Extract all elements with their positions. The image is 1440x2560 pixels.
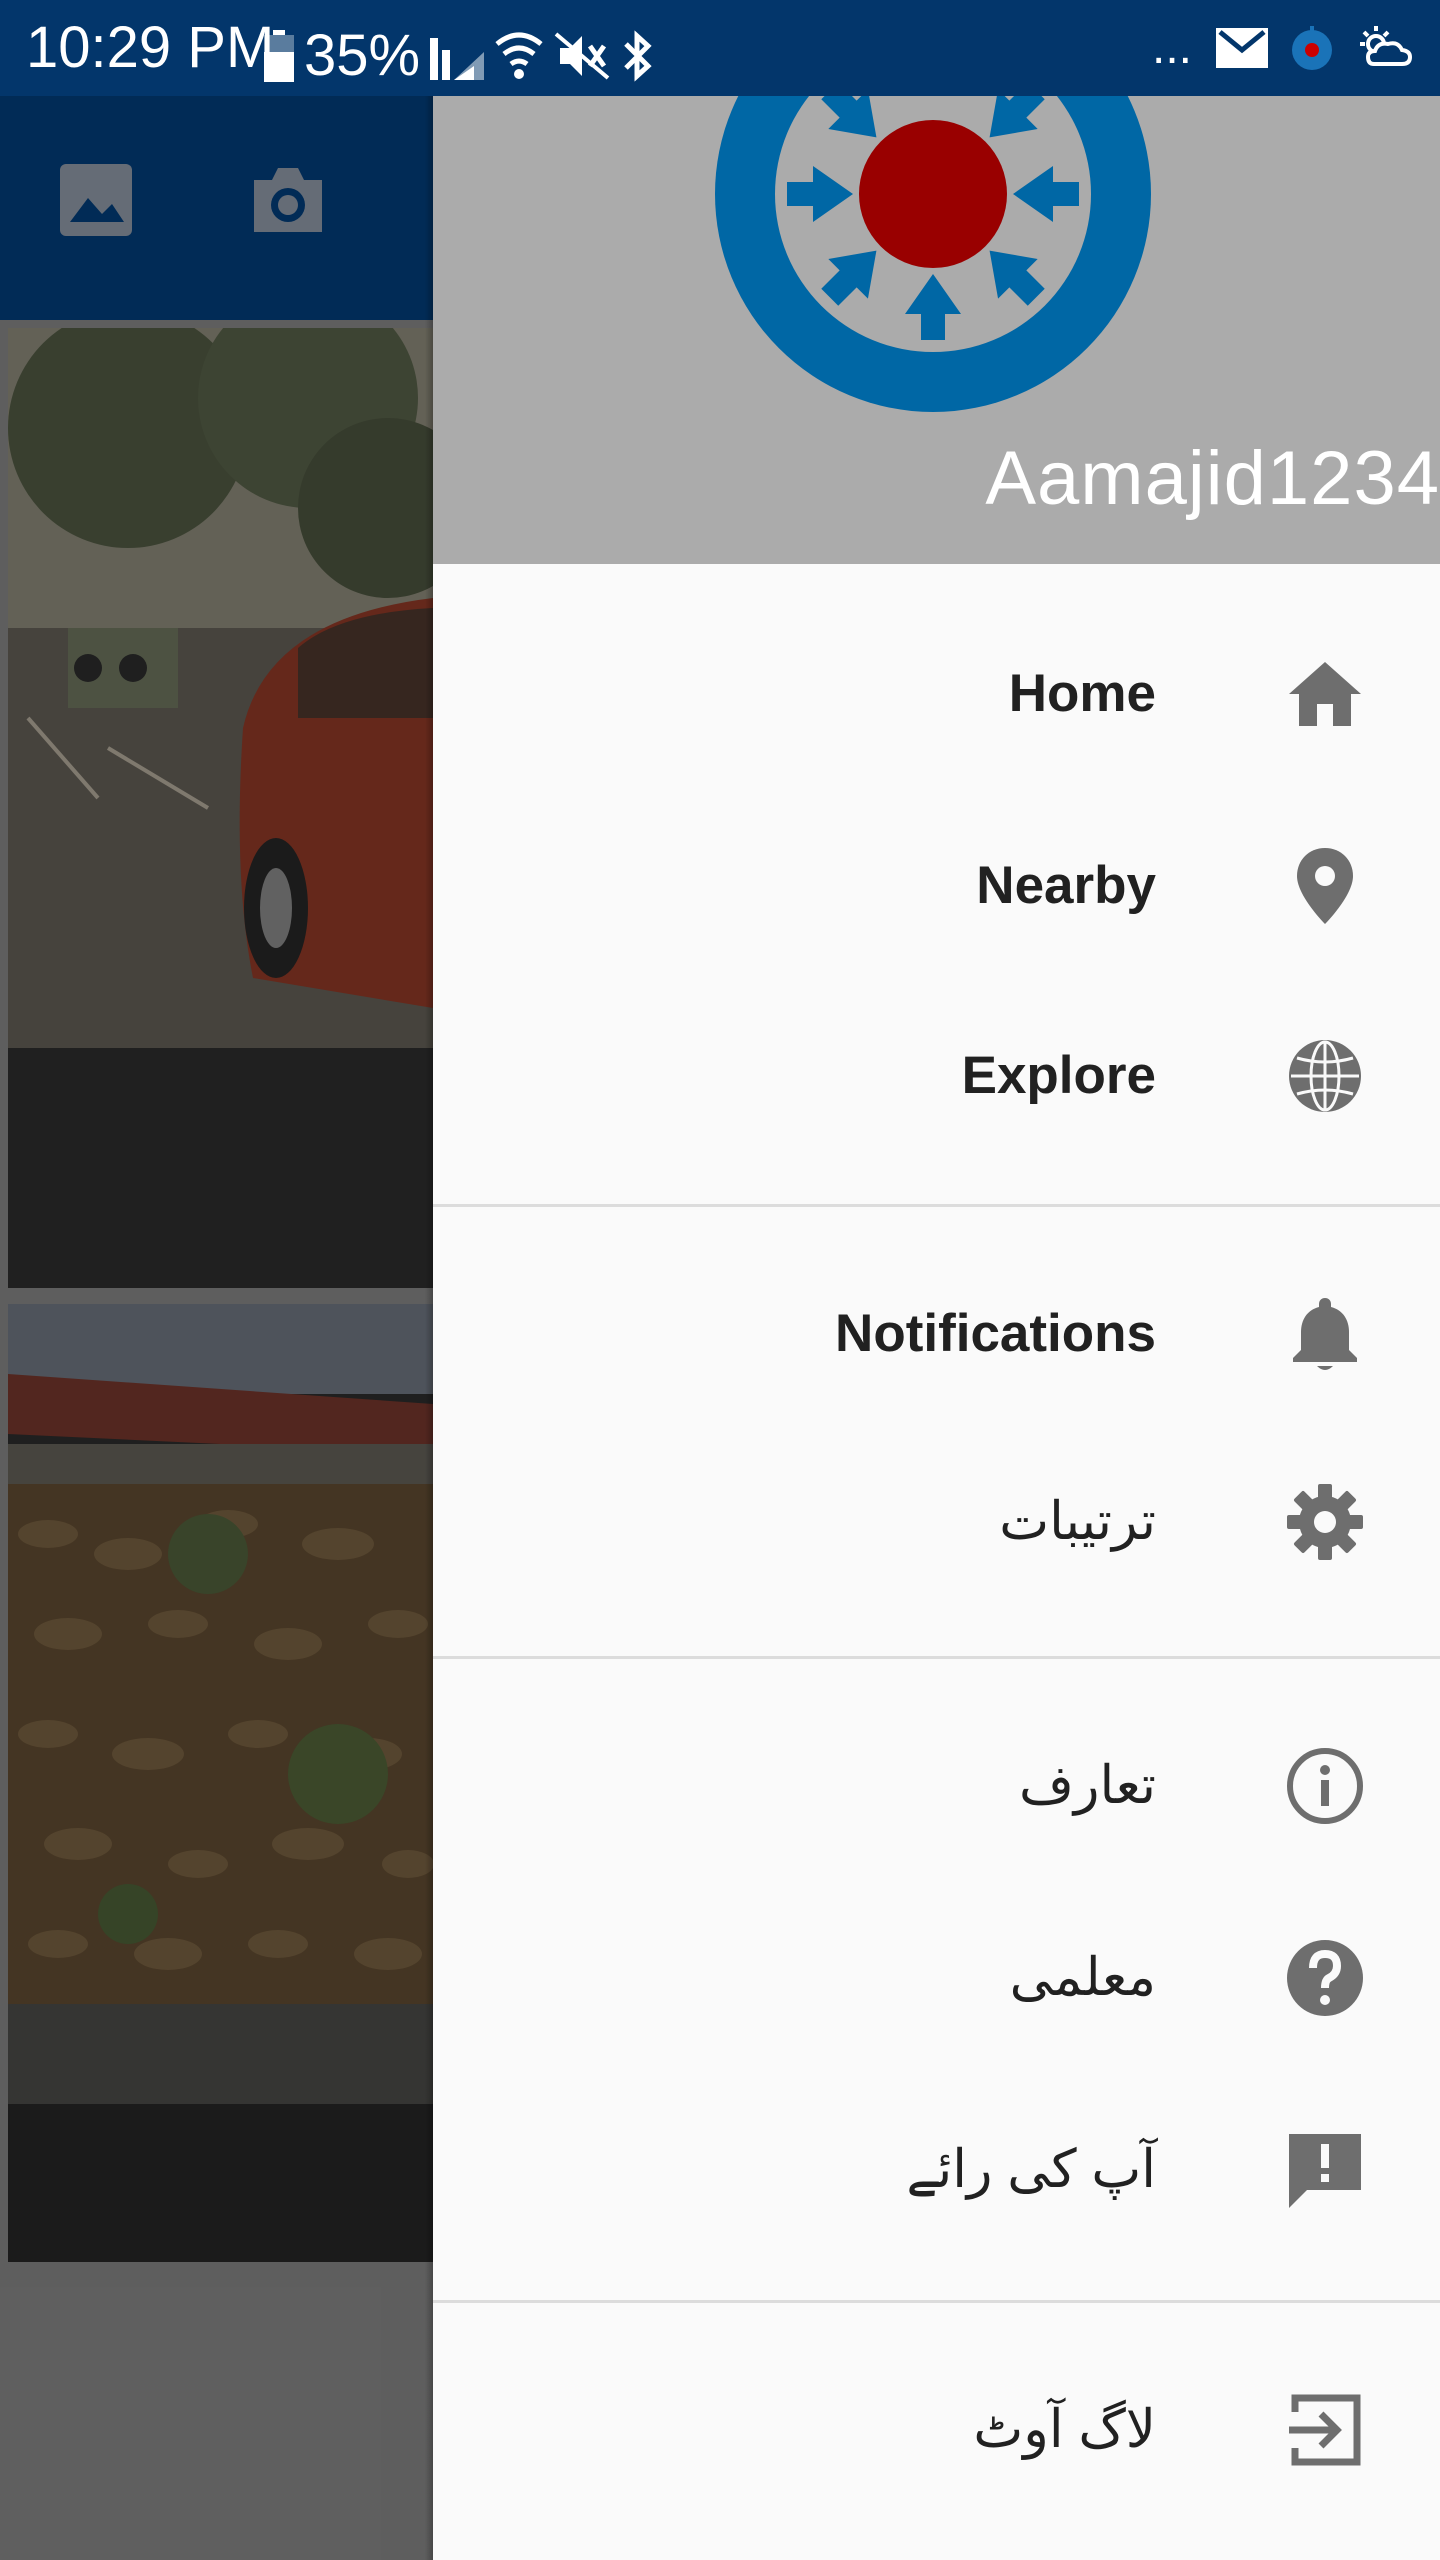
drawer-divider bbox=[433, 2300, 1440, 2303]
vibrate-mute-icon bbox=[554, 32, 610, 80]
drawer-item-settings[interactable]: ترتیبات bbox=[433, 1428, 1440, 1616]
drawer-item-label: ترتیبات bbox=[999, 1492, 1156, 1551]
bell-icon bbox=[1293, 1298, 1357, 1370]
drawer-item-label: Explore bbox=[961, 1046, 1156, 1105]
drawer-item-label: Nearby bbox=[976, 856, 1156, 915]
feedback-icon bbox=[1289, 2134, 1361, 2208]
drawer-item-tutorial[interactable]: معلمی bbox=[433, 1884, 1440, 2072]
drawer-item-nearby[interactable]: Nearby bbox=[433, 792, 1440, 980]
drawer-item-feedback[interactable]: آپ کی رائے bbox=[433, 2076, 1440, 2264]
drawer-divider bbox=[433, 1204, 1440, 1207]
drawer-item-label: معلمی bbox=[1009, 1948, 1156, 2007]
drawer-shadow bbox=[425, 96, 433, 2560]
drawer-item-notifications[interactable]: Notifications bbox=[433, 1240, 1440, 1428]
drawer-scrim[interactable] bbox=[0, 96, 433, 2560]
drawer-item-label: آپ کی رائے bbox=[906, 2140, 1156, 2199]
commons-upload-icon bbox=[1292, 26, 1332, 70]
username: Aamajid1234 bbox=[985, 436, 1440, 521]
weather-icon bbox=[1360, 26, 1413, 66]
drawer-item-logout[interactable]: لاگ آوٹ bbox=[433, 2336, 1440, 2524]
bluetooth-icon bbox=[624, 30, 652, 82]
info-icon bbox=[1287, 1748, 1363, 1824]
wifi-icon bbox=[495, 32, 543, 79]
help-icon bbox=[1287, 1940, 1363, 2016]
battery-icon bbox=[264, 30, 294, 82]
home-icon bbox=[1289, 662, 1361, 726]
status-bar: 10:29 PM 35% ... bbox=[0, 0, 1440, 96]
drawer-header: Aamajid1234 bbox=[433, 96, 1440, 564]
gmail-icon bbox=[1216, 28, 1268, 68]
drawer-item-explore[interactable]: Explore bbox=[433, 982, 1440, 1170]
status-time: 10:29 PM bbox=[26, 15, 275, 80]
drawer-divider bbox=[433, 1656, 1440, 1659]
drawer-item-home[interactable]: Home bbox=[433, 600, 1440, 788]
cell-signal-icon bbox=[430, 38, 485, 80]
commons-logo-icon bbox=[715, 96, 1151, 412]
navigation-drawer: Aamajid1234 Home Nearby Explore Notifica… bbox=[433, 96, 1440, 2560]
globe-icon bbox=[1289, 1040, 1361, 1112]
drawer-item-label: Notifications bbox=[835, 1304, 1156, 1363]
drawer-item-label: Home bbox=[1008, 664, 1156, 723]
drawer-item-label: تعارف bbox=[1018, 1756, 1156, 1815]
logout-icon bbox=[1289, 2394, 1361, 2466]
drawer-item-about[interactable]: تعارف bbox=[433, 1692, 1440, 1880]
overflow-indicator: ... bbox=[1151, 21, 1192, 74]
location-pin-icon bbox=[1297, 848, 1353, 924]
battery-percent: 35% bbox=[304, 23, 421, 88]
gear-icon bbox=[1287, 1484, 1363, 1560]
drawer-item-label: لاگ آوٹ bbox=[973, 2400, 1156, 2459]
